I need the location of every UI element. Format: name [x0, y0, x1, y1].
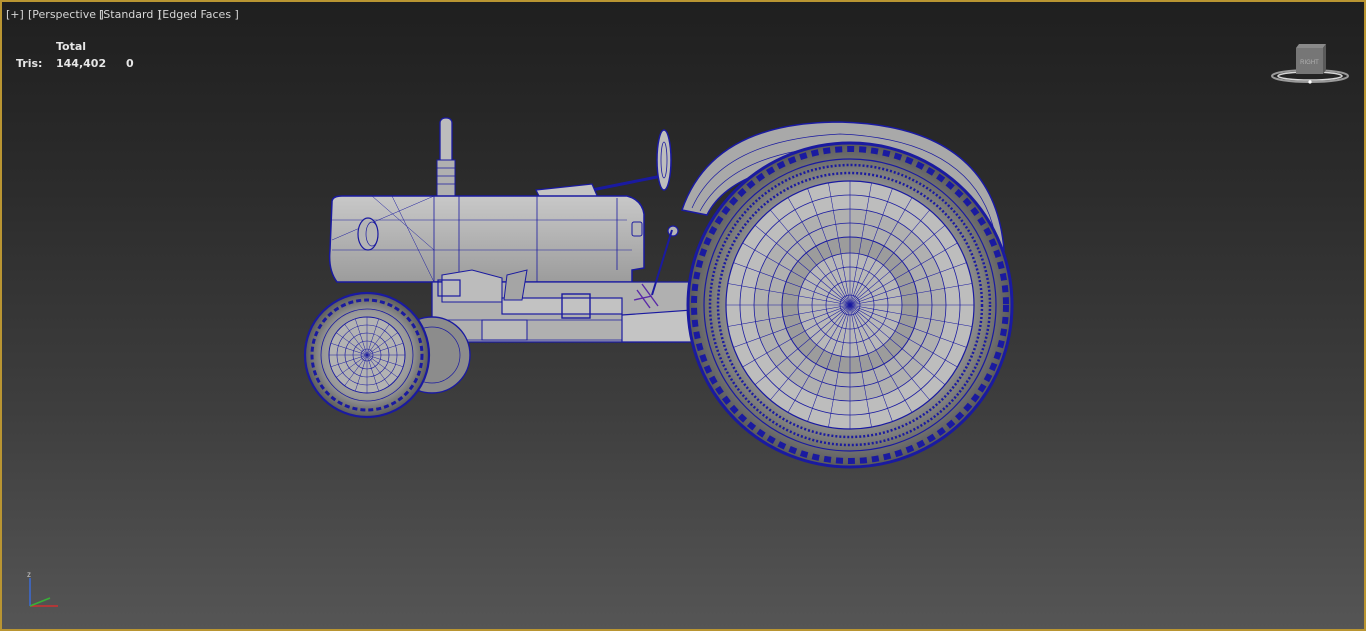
stats-tris-label: Tris: [16, 57, 43, 70]
viewport-menu-button[interactable]: [+] [6, 8, 24, 21]
axis-tripod-icon: z [27, 570, 58, 607]
axis-z-label: z [27, 570, 31, 579]
tractor-model[interactable] [292, 110, 1022, 475]
edged-faces-label[interactable]: [Edged Faces ] [158, 8, 239, 21]
stats-total-header: Total [56, 40, 87, 53]
perspective-viewport[interactable]: [+] [Perspective ] [Standard ] [Edged Fa… [0, 0, 1366, 631]
point-of-view-label[interactable]: [Perspective ] [28, 8, 104, 21]
front-wheel [303, 291, 431, 419]
rear-wheel [686, 141, 1014, 469]
viewcube-icon[interactable]: RIGHT [1268, 38, 1352, 88]
stats-tris-selected: 0 [126, 57, 134, 70]
shading-mode-label[interactable]: [Standard ] [99, 8, 161, 21]
viewcube-face-label: RIGHT [1300, 60, 1319, 66]
stats-tris-total: 144,402 [56, 57, 107, 70]
